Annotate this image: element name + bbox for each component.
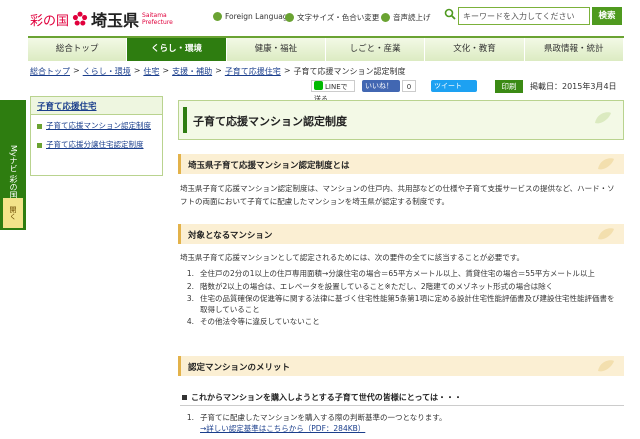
search-icon	[444, 8, 456, 20]
breadcrumb-item[interactable]: 総合トップ	[30, 66, 70, 77]
section-heading-about: 埼玉県子育て応援マンション認定制度とは	[178, 154, 624, 174]
list-item: 1. 子育てに配慮したマンションを購入する際の判断基準の一つとなります。 →詳し…	[180, 413, 620, 434]
leaf-icon	[598, 360, 614, 372]
local-nav-heading[interactable]: 子育て応援住宅	[31, 97, 162, 115]
criteria-pdf-link[interactable]: →詳しい認定基準はこちらから（PDF：284KB）	[200, 424, 365, 433]
requirements-list: 1. 全住戸の2分の1以上の住戸専用面積→分譲住宅の場合＝65平方メートル以上、…	[180, 269, 620, 330]
breadcrumb-current: 子育て応援マンション認定制度	[293, 67, 406, 76]
leaf-icon	[598, 158, 614, 170]
page-title-box: 子育て応援マンション認定制度	[178, 100, 624, 140]
list-number: 3.	[186, 294, 194, 303]
text-size-label: 文字サイズ・色合い変更	[297, 13, 380, 22]
breadcrumb-sep: >	[283, 66, 291, 75]
foreign-language-label: Foreign Language	[225, 12, 293, 21]
logo-name: 埼玉県	[91, 11, 140, 30]
list-number: 1.	[186, 269, 194, 278]
prefecture-emblem-icon	[72, 11, 88, 26]
globe-icon	[213, 12, 222, 21]
logo-prefix: 彩の国	[30, 13, 70, 29]
site-header: 彩の国 埼玉県 Saitama Prefecture Foreign Langu…	[0, 0, 640, 36]
search-input[interactable]: キーワードを入力してください	[458, 7, 590, 25]
breadcrumb-item[interactable]: 子育て応援住宅	[225, 66, 281, 77]
breadcrumb-sep: >	[73, 66, 80, 75]
nav-item-government[interactable]: 県政情報・統計	[524, 38, 624, 61]
local-nav-label: 子育て応援分譲住宅認定制度	[46, 140, 144, 149]
search-button[interactable]: 検索	[592, 7, 622, 25]
text-size-icon	[285, 13, 294, 22]
breadcrumb-sep: >	[162, 66, 170, 75]
nav-item-culture[interactable]: 文化・教育	[425, 38, 525, 61]
speaker-icon	[381, 13, 390, 22]
site-logo[interactable]: 彩の国 埼玉県 Saitama Prefecture	[30, 7, 173, 31]
my-navi-open-button[interactable]: 開く	[3, 198, 23, 228]
section-about-body: 埼玉県子育て応援マンション認定制度は、マンションの住戸内、共用部などの仕様や子育…	[180, 184, 615, 206]
nav-item-work[interactable]: しごと・産業	[325, 38, 426, 61]
merit-subheading: これからマンションを購入しようとする子育て世代の皆様にとっては・・・	[180, 389, 624, 406]
list-text: その他法令等に違反していないこと	[200, 317, 320, 326]
logo-english: Saitama Prefecture	[142, 12, 173, 26]
logo-en-line2: Prefecture	[142, 19, 173, 26]
breadcrumb-item[interactable]: 住宅	[143, 66, 159, 77]
line-share-button[interactable]: LINEで送る	[311, 80, 355, 103]
published-date: 掲載日：2015年3月4日	[530, 82, 617, 91]
breadcrumb-item[interactable]: くらし・環境	[83, 66, 131, 77]
breadcrumb-sep: >	[215, 66, 222, 75]
read-aloud-link[interactable]: 音声読上げ	[381, 12, 431, 23]
square-bullet-icon	[182, 394, 187, 400]
tweet-button[interactable]: ツイート	[431, 80, 477, 92]
read-aloud-label: 音声読上げ	[393, 13, 431, 22]
nav-item-health[interactable]: 健康・福祉	[226, 38, 326, 61]
foreign-language-link[interactable]: Foreign Language	[213, 12, 292, 21]
list-number: 1.	[186, 413, 194, 422]
list-item: 3. 住宅の品質確保の促進等に関する法律に基づく住宅性能第5条第1項に定める設計…	[180, 294, 620, 315]
list-item: 1. 全住戸の2分の1以上の住戸専用面積→分譲住宅の場合＝65平方メートル以上、…	[180, 269, 620, 280]
facebook-like-count: 0	[402, 80, 416, 92]
list-number: 2.	[186, 281, 194, 291]
global-nav: 総合トップ くらし・環境 健康・福祉 しごと・産業 文化・教育 県政情報・統計	[28, 36, 624, 61]
local-nav: 子育て応援住宅 子育て応援マンション認定制度 子育て応援分譲住宅認定制度	[30, 96, 163, 176]
section-heading-target: 対象となるマンション	[178, 224, 624, 244]
title-accent-bar	[183, 107, 187, 133]
local-nav-item[interactable]: 子育て応援分譲住宅認定制度	[31, 134, 162, 153]
print-button[interactable]: 印刷	[495, 80, 523, 93]
section-heading-merit: 認定マンションのメリット	[178, 356, 624, 376]
bullet-icon	[37, 124, 42, 129]
list-text: 住宅の品質確保の促進等に関する法律に基づく住宅性能第5条第1項に定める設計住宅性…	[200, 294, 615, 314]
breadcrumb-item[interactable]: 支援・補助	[172, 66, 212, 77]
leaf-icon	[598, 228, 614, 240]
list-item: 4. その他法令等に違反していないこと	[180, 317, 620, 328]
list-text: 子育てに配慮したマンションを購入する際の判断基準の一つとなります。	[200, 413, 447, 422]
merit-subheading-text: これからマンションを購入しようとする子育て世代の皆様にとっては・・・	[191, 392, 462, 402]
breadcrumb: 総合トップ > くらし・環境 > 住宅 > 支援・補助 > 子育て応援住宅 > 子育て応援…	[30, 66, 406, 77]
breadcrumb-sep: >	[133, 66, 141, 75]
logo-en-line1: Saitama	[142, 12, 167, 19]
bullet-icon	[37, 143, 42, 148]
list-text: 階数が2以上の場合は、エレベータを設置していること※ただし、2階建てのメゾネット…	[200, 281, 554, 291]
page-title: 子育て応援マンション認定制度	[193, 115, 347, 128]
text-size-link[interactable]: 文字サイズ・色合い変更	[285, 12, 379, 23]
list-text-wrap: 子育てに配慮したマンションを購入する際の判断基準の一つとなります。 →詳しい認定…	[200, 413, 447, 434]
facebook-like-button[interactable]: いいね！	[362, 80, 400, 92]
nav-item-top[interactable]: 総合トップ	[28, 38, 128, 61]
line-icon	[314, 81, 323, 90]
list-item: 2. 階数が2以上の場合は、エレベータを設置していること※ただし、2階建てのメゾ…	[180, 282, 620, 293]
local-nav-label: 子育て応援マンション認定制度	[46, 121, 151, 130]
list-number: 4.	[186, 317, 194, 326]
leaf-icon	[595, 112, 611, 124]
local-nav-item[interactable]: 子育て応援マンション認定制度	[31, 115, 162, 134]
section-target-body: 埼玉県子育て応援マンションとして認定されるためには、次の要件の全てに該当すること…	[180, 253, 525, 262]
merits-list: 1. 子育てに配慮したマンションを購入する際の判断基準の一つとなります。 →詳し…	[180, 413, 620, 436]
list-text: 全住戸の2分の1以上の住戸専用面積→分譲住宅の場合＝65平方メートル以上、賃貸住…	[200, 269, 595, 278]
nav-item-living[interactable]: くらし・環境	[127, 38, 227, 61]
